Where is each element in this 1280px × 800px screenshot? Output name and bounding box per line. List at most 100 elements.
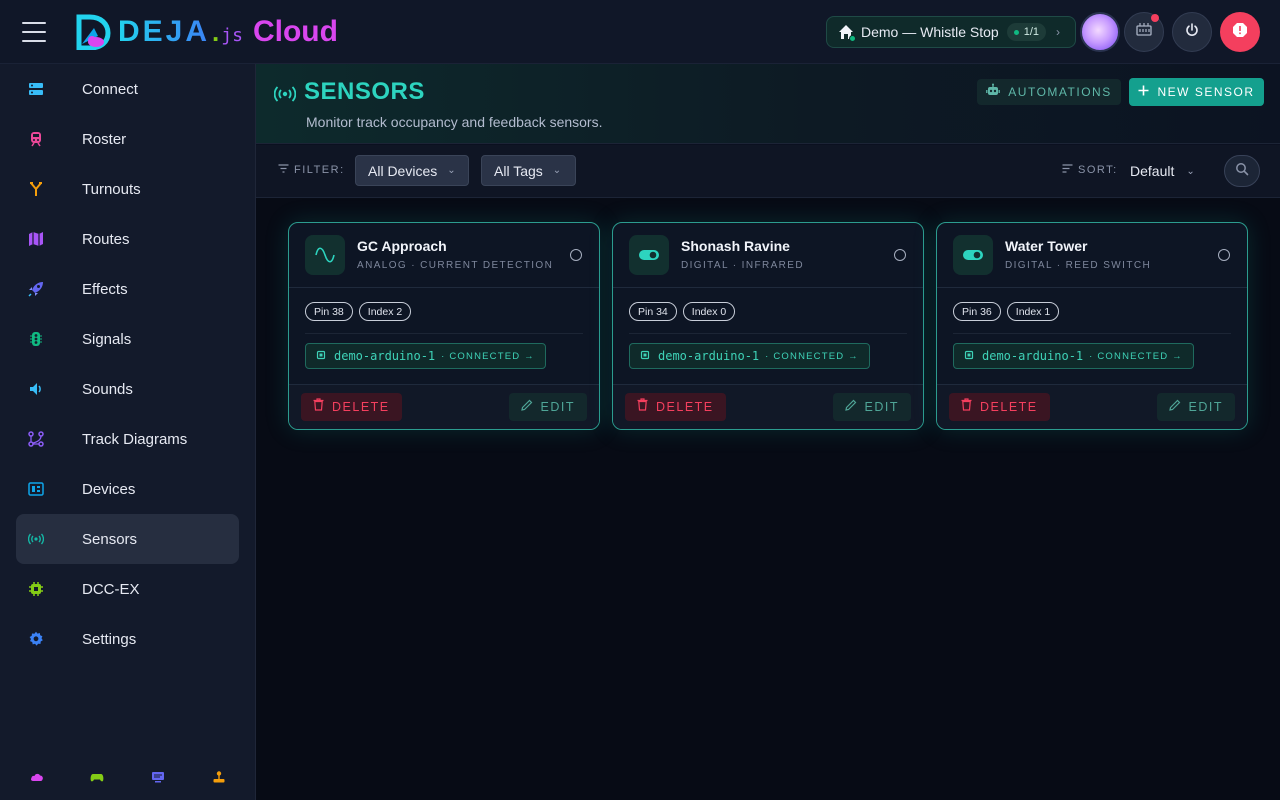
layout-selector[interactable]: Demo — Whistle Stop 1/1 › [826,16,1076,48]
logo-dot-text: . [212,17,220,47]
robot-icon [986,83,1001,102]
logo-js-text: js [221,25,243,46]
sensor-name: Shonash Ravine [681,238,790,254]
pencil-icon [844,398,857,416]
user-avatar[interactable] [1080,12,1120,52]
joystick-icon[interactable] [212,770,226,784]
device-link[interactable]: demo-arduino-1 · CONNECTED → [305,343,546,369]
plus-icon [1138,83,1149,101]
chevron-down-icon: ⌄ [1186,165,1195,177]
new-sensor-button[interactable]: NEW SENSOR [1129,78,1264,106]
index-tag: Index 0 [682,302,736,321]
sidebar-item-turnouts[interactable]: Turnouts [16,164,239,214]
power-button[interactable] [1172,12,1212,52]
delete-button[interactable]: DELETE [949,393,1050,421]
sidebar-item-effects[interactable]: Effects [16,264,239,314]
sensor-icon [273,83,297,105]
monitor-icon[interactable] [151,770,165,784]
edit-label: EDIT [1188,400,1223,414]
index-tag: Index 2 [358,302,412,321]
sensor-state-indicator[interactable] [1218,249,1230,261]
sort-icon [1062,164,1078,176]
page-subtitle: Monitor track occupancy and feedback sen… [306,114,603,130]
filter-bar: FILTER: All Devices ⌄ All Tags ⌄ SORT: D… [256,145,1280,198]
menu-icon[interactable] [22,22,46,42]
device-icon [28,481,44,497]
filter-icon [278,164,294,176]
layout-name: Demo — Whistle Stop [861,24,999,40]
command-station-button[interactable] [1124,12,1164,52]
search-button[interactable] [1224,155,1260,187]
sensor-card: Shonash Ravine DIGITAL · INFRARED Pin 34… [612,222,924,430]
device-status: · CONNECTED → [765,350,859,362]
gamepad-icon[interactable] [90,770,104,784]
sensor-type: DIGITAL · INFRARED [681,260,804,271]
device-name: demo-arduino-1 [334,349,436,363]
delete-button[interactable]: DELETE [625,393,726,421]
divider [953,333,1231,334]
sidebar-item-settings[interactable]: Settings [16,614,239,664]
automations-button[interactable]: AUTOMATIONS [977,79,1121,105]
sidebar-item-connect[interactable]: Connect [16,64,239,114]
sidebar-item-sounds[interactable]: Sounds [16,364,239,414]
device-filter-select[interactable]: All Devices ⌄ [355,155,469,186]
sensor-state-indicator[interactable] [570,249,582,261]
device-link[interactable]: demo-arduino-1 · CONNECTED → [629,343,870,369]
page-title: SENSORS [304,78,425,105]
top-app-bar: DEJA . js Cloud Demo — Whistle Stop 1/1 … [0,0,1280,64]
device-name: demo-arduino-1 [658,349,760,363]
sidebar-item-label: Track Diagrams [82,430,188,448]
sidebar-item-sensors[interactable]: Sensors [16,514,239,564]
sidebar-item-track-diagrams[interactable]: Track Diagrams [16,414,239,464]
sidebar-item-label: Sensors [82,530,138,548]
trash-icon [961,398,972,416]
sidebar-item-label: DCC-EX [82,580,140,598]
pin-tag: Pin 36 [953,302,1001,321]
edit-button[interactable]: EDIT [832,393,911,421]
app-logo[interactable]: DEJA . js Cloud [76,14,338,51]
filter-label: FILTER: [278,164,345,176]
pin-tag: Pin 34 [629,302,677,321]
diagram-icon [28,431,44,447]
trash-icon [313,398,324,416]
sidebar-item-label: Connect [82,80,138,98]
sidebar-item-roster[interactable]: Roster [16,114,239,164]
sidebar-item-dcc-ex[interactable]: DCC-EX [16,564,239,614]
sidebar-item-devices[interactable]: Devices [16,464,239,514]
divider [629,333,907,334]
edit-button[interactable]: EDIT [508,393,587,421]
sidebar-item-label: Sounds [82,380,133,398]
delete-button[interactable]: DELETE [301,393,402,421]
command-station-icon [1135,22,1153,43]
speaker-icon [28,381,44,397]
index-tag: Index 1 [1006,302,1060,321]
sort-select[interactable]: Default ⌄ [1130,156,1195,186]
sensor-state-indicator[interactable] [894,249,906,261]
chip-icon [964,347,974,365]
sensor-type: DIGITAL · REED SWITCH [1005,260,1152,271]
device-link[interactable]: demo-arduino-1 · CONNECTED → [953,343,1194,369]
tags-filter-select[interactable]: All Tags ⌄ [481,155,576,186]
connect-icon [28,81,44,97]
emergency-stop-button[interactable] [1220,12,1260,52]
automations-label: AUTOMATIONS [1008,85,1112,99]
sensor-grid: GC Approach ANALOG · CURRENT DETECTION P… [256,198,1280,800]
delete-label: DELETE [980,400,1038,414]
sidebar-item-label: Routes [82,230,130,248]
edit-button[interactable]: EDIT [1156,393,1235,421]
toggle-icon [953,235,993,275]
layout-count-badge: 1/1 [1006,23,1047,41]
logo-cloud-text: Cloud [252,15,338,48]
sensor-card: Water Tower DIGITAL · REED SWITCH Pin 36… [936,222,1248,430]
home-icon [837,23,856,42]
sidebar-item-label: Turnouts [82,180,141,198]
turnout-icon [28,181,44,197]
emergency-stop-icon [1232,22,1248,43]
sort-value: Default [1130,163,1175,179]
toggle-icon [629,235,669,275]
sensor-name: GC Approach [357,238,447,254]
cloud-icon[interactable] [30,770,44,784]
sidebar-item-routes[interactable]: Routes [16,214,239,264]
sidebar-item-signals[interactable]: Signals [16,314,239,364]
sidebar: Connect Roster Turnouts Routes Effects S… [0,64,256,800]
